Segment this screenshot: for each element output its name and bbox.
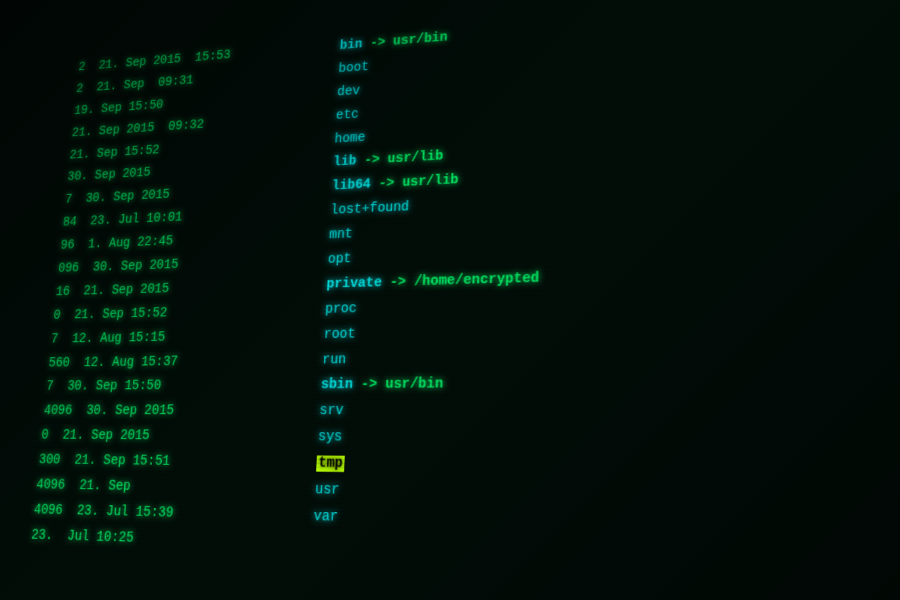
line-14: 560 12. Aug 15:37 xyxy=(47,349,304,377)
left-column: 2 21. Sep 2015 15:53 2 21. Sep 09:31 19.… xyxy=(18,37,323,595)
dir-sbin: sbin -> usr/bin xyxy=(320,368,900,399)
right-column: bin -> usr/bin boot dev etc home lib -> … xyxy=(290,0,900,600)
tmp-highlight: tmp xyxy=(316,456,345,473)
terminal-content: 2 21. Sep 2015 15:53 2 21. Sep 09:31 19.… xyxy=(17,0,900,600)
line-13: 7 12. Aug 15:15 xyxy=(50,323,306,352)
terminal-screen: 2 21. Sep 2015 15:53 2 21. Sep 09:31 19.… xyxy=(0,0,900,600)
line-21: 23. Jul 10:25 xyxy=(30,524,294,558)
line-16: 4096 30. Sep 2015 xyxy=(43,400,302,426)
line-18: 300 21. Sep 15:51 xyxy=(38,449,299,478)
line-17: 0 21. Sep 2015 xyxy=(40,425,300,452)
dir-srv: srv xyxy=(319,398,900,428)
terminal-output: 2 21. Sep 2015 15:53 2 21. Sep 09:31 19.… xyxy=(17,0,900,600)
line-15: 7 30. Sep 15:50 xyxy=(45,374,303,400)
